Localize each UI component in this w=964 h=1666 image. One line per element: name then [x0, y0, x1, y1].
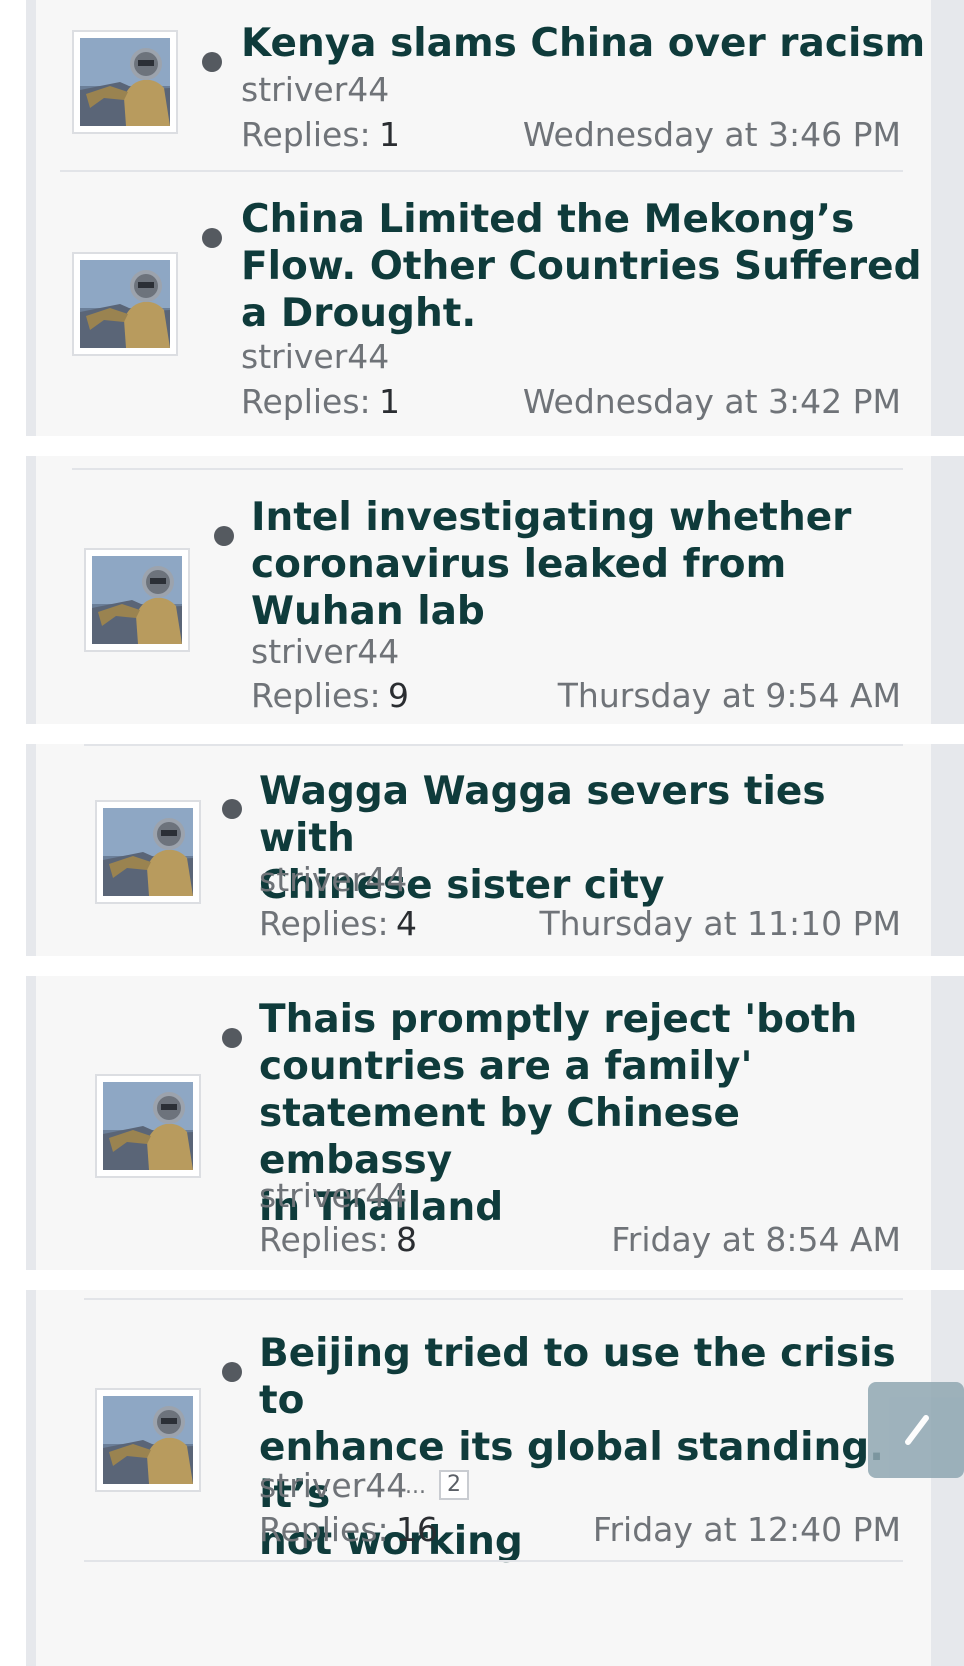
card-right-border [931, 456, 964, 724]
unread-bullet-icon [222, 799, 242, 819]
thread-card: Beijing tried to use the crisis to enhan… [36, 1290, 931, 1666]
thread-title[interactable]: Kenya slams China over racism [241, 20, 925, 67]
unread-bullet-icon [202, 228, 222, 248]
thread-card: Kenya slams China over racism striver44 … [36, 0, 931, 436]
card-right-border [931, 976, 964, 1270]
card-right-border [931, 744, 964, 956]
thread-divider [84, 1560, 903, 1562]
card-right-border [931, 0, 964, 436]
unread-bullet-icon [202, 52, 222, 72]
thread-date[interactable]: Thursday at 9:54 AM [558, 676, 901, 716]
thread-item[interactable]: Wagga Wagga severs ties with Chinese sis… [36, 746, 931, 956]
avatar[interactable] [72, 252, 178, 356]
replies-count: 4 [396, 904, 417, 943]
avatar-rider-icon [92, 556, 182, 644]
replies-label: Replies: [259, 1220, 389, 1259]
thread-date[interactable]: Friday at 8:54 AM [611, 1220, 901, 1260]
thread-author[interactable]: striver44 [241, 70, 389, 110]
thread-card: Wagga Wagga severs ties with Chinese sis… [36, 744, 931, 956]
thread-date[interactable]: Wednesday at 3:42 PM [523, 382, 901, 422]
thread-author[interactable]: striver44 [259, 860, 407, 900]
unread-bullet-icon [214, 526, 234, 546]
card-left-border [26, 456, 36, 724]
replies-count: 1 [379, 115, 400, 154]
thread-card: Intel investigating whether coronavirus … [36, 456, 931, 724]
replies-label: Replies: [241, 115, 371, 154]
replies-count: 16 [396, 1510, 438, 1549]
avatar[interactable] [95, 1388, 201, 1492]
replies-count: 1 [379, 382, 400, 421]
page-link-2[interactable]: 2 [439, 1470, 469, 1500]
replies-count: 8 [396, 1220, 417, 1259]
avatar-rider-icon [103, 808, 193, 896]
thread-title[interactable]: China Limited the Mekong’s Flow. Other C… [241, 196, 921, 337]
thread-item[interactable]: Beijing tried to use the crisis to enhan… [36, 1300, 931, 1564]
thread-item[interactable]: Intel investigating whether coronavirus … [36, 470, 931, 724]
thread-date[interactable]: Friday at 12:40 PM [593, 1510, 901, 1550]
thread-author[interactable]: striver44 [241, 337, 389, 377]
unread-bullet-icon [222, 1362, 242, 1382]
card-left-border [26, 0, 36, 436]
scroll-to-top-icon [905, 1415, 929, 1445]
avatar[interactable] [95, 800, 201, 904]
thread-card: Thais promptly reject 'both countries ar… [36, 976, 931, 1270]
avatar[interactable] [72, 30, 178, 134]
thread-date[interactable]: Wednesday at 3:46 PM [523, 115, 901, 155]
card-left-border [26, 744, 36, 956]
unread-bullet-icon [222, 1028, 242, 1048]
thread-item[interactable]: Thais promptly reject 'both countries ar… [36, 976, 931, 1270]
avatar-rider-icon [103, 1082, 193, 1170]
thread-item[interactable]: China Limited the Mekong’s Flow. Other C… [36, 172, 931, 436]
avatar[interactable] [84, 548, 190, 652]
avatar-rider-icon [103, 1396, 193, 1484]
page-ellipsis: ... [405, 1474, 426, 1499]
thread-date[interactable]: Thursday at 11:10 PM [539, 904, 901, 944]
scroll-to-top-button[interactable] [868, 1382, 964, 1478]
avatar[interactable] [95, 1074, 201, 1178]
thread-author[interactable]: striver44 [251, 632, 399, 672]
thread-author[interactable]: striver44 [259, 1176, 407, 1216]
card-right-border [931, 1290, 964, 1666]
replies-label: Replies: [259, 904, 389, 943]
avatar-rider-icon [80, 260, 170, 348]
thread-author[interactable]: striver44 [259, 1466, 407, 1506]
card-left-border [26, 1290, 36, 1666]
replies-label: Replies: [241, 382, 371, 421]
thread-title[interactable]: Intel investigating whether coronavirus … [251, 494, 851, 635]
replies-label: Replies: [259, 1510, 389, 1549]
card-left-border [26, 976, 36, 1270]
thread-item[interactable]: Kenya slams China over racism striver44 … [36, 0, 931, 172]
replies-count: 9 [388, 676, 409, 715]
replies-label: Replies: [251, 676, 381, 715]
avatar-rider-icon [80, 38, 170, 126]
